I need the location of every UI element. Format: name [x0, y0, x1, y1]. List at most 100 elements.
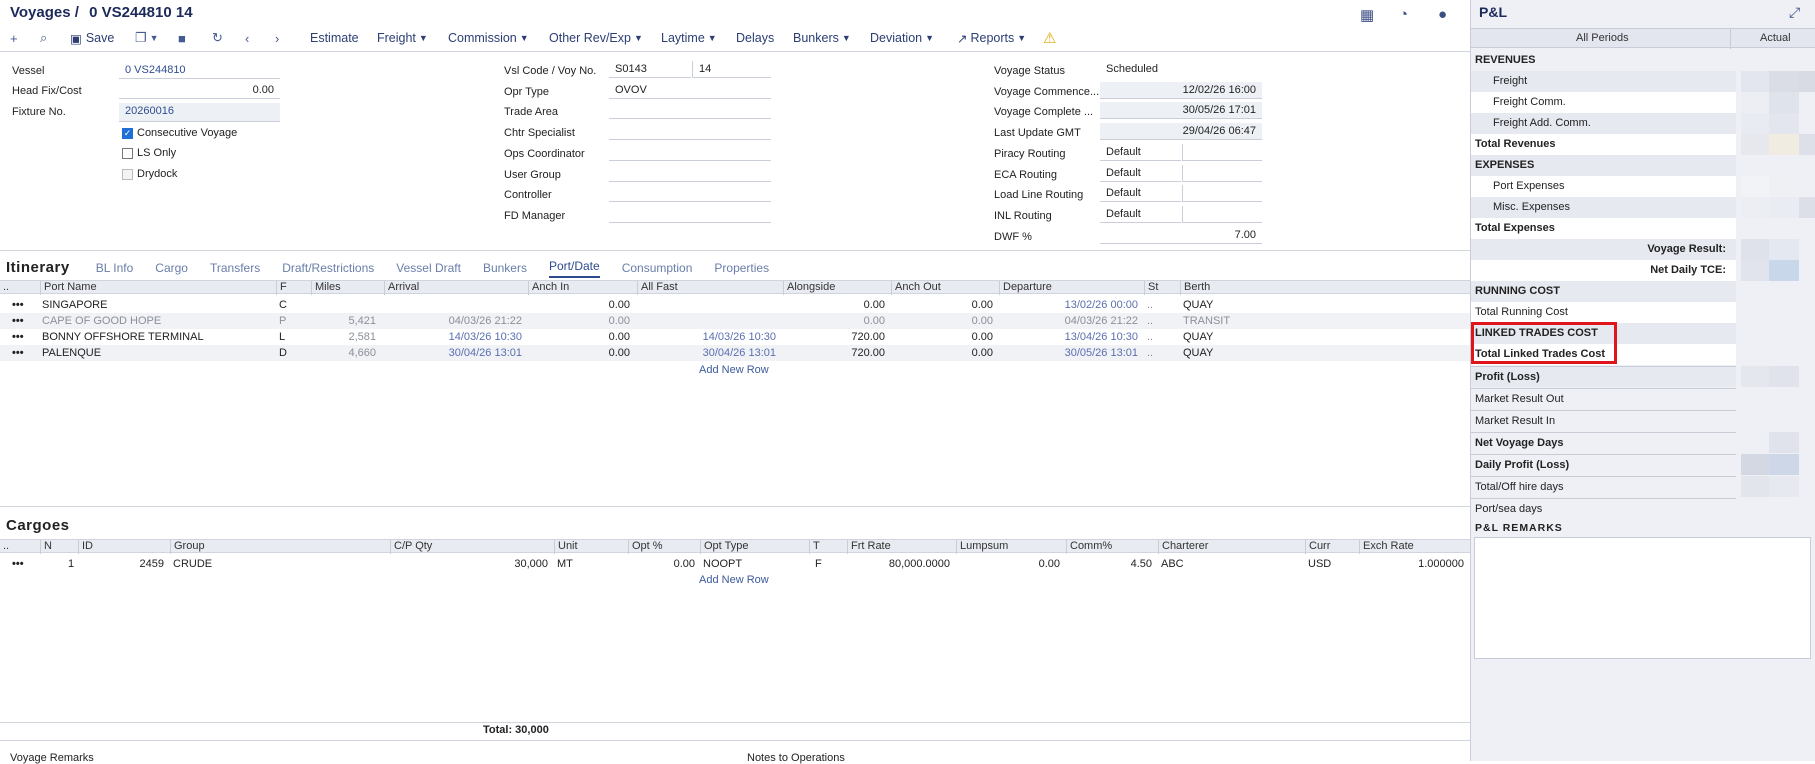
departure[interactable]: 04/03/26 21:22 [1040, 315, 1138, 327]
berth[interactable]: TRANSIT [1183, 315, 1230, 327]
port-function[interactable]: C [279, 299, 287, 311]
tab-transfers[interactable]: Transfers [210, 261, 260, 278]
port-function[interactable]: D [279, 347, 287, 359]
anch-out[interactable]: 0.00 [923, 315, 993, 327]
pnl-remarks-textarea[interactable] [1474, 537, 1811, 659]
col-exch-rate[interactable]: Exch Rate [1359, 540, 1414, 554]
delete-icon[interactable]: ■ [178, 28, 186, 48]
anch-in[interactable]: 0.00 [560, 331, 630, 343]
col-id[interactable]: ID [78, 540, 93, 554]
eca-routing-extra[interactable] [1182, 165, 1262, 182]
cargo-group[interactable]: CRUDE [173, 558, 212, 570]
row-menu-icon[interactable]: ••• [12, 315, 24, 327]
cargo-exch-rate[interactable]: 1.000000 [1380, 558, 1464, 570]
cargo-id[interactable]: 2459 [100, 558, 164, 570]
anch-out[interactable]: 0.00 [923, 347, 993, 359]
voyage-complete-field[interactable]: 30/05/26 17:01 [1100, 102, 1262, 119]
menu-commission[interactable]: Commission ▼ [448, 28, 529, 48]
user-group-field[interactable] [609, 165, 771, 182]
col-anch-in[interactable]: Anch In [528, 281, 569, 295]
piracy-routing-extra[interactable] [1182, 144, 1262, 161]
miles[interactable]: 2,581 [320, 331, 376, 343]
all-fast[interactable]: 30/04/26 13:01 [672, 347, 776, 359]
tab-vessel-draft[interactable]: Vessel Draft [396, 261, 461, 278]
search-icon[interactable]: ⌕ [40, 28, 47, 48]
menu-bunkers[interactable]: Bunkers ▼ [793, 28, 851, 48]
alongside[interactable]: 720.00 [815, 331, 885, 343]
port-name[interactable]: BONNY OFFSHORE TERMINAL [42, 331, 204, 343]
fd-manager-field[interactable] [609, 206, 771, 223]
ls-only-checkbox[interactable]: LS Only [122, 147, 176, 159]
menu-freight[interactable]: Freight ▼ [377, 28, 428, 48]
tab-cargo[interactable]: Cargo [155, 261, 188, 278]
eca-routing-field[interactable]: Default [1100, 165, 1181, 182]
piracy-routing-field[interactable]: Default [1100, 144, 1181, 161]
grid-view-icon[interactable]: ▦ [1360, 6, 1374, 24]
departure[interactable]: 13/02/26 00:00 [1040, 299, 1138, 311]
voyage-commence-field[interactable]: 12/02/26 16:00 [1100, 82, 1262, 99]
inl-routing-field[interactable]: Default [1100, 206, 1181, 223]
controller-field[interactable] [609, 185, 771, 202]
table-row[interactable]: ••• BONNY OFFSHORE TERMINAL L 2,581 14/0… [0, 329, 1470, 345]
port-name[interactable]: SINGAPORE [42, 299, 107, 311]
arrival[interactable]: 04/03/26 21:22 [420, 315, 522, 327]
next-icon[interactable]: › [275, 28, 279, 48]
row-menu-icon[interactable]: ••• [12, 331, 24, 343]
cargo-lumpsum[interactable]: 0.00 [990, 558, 1060, 570]
dwf-field[interactable]: 7.00 [1100, 227, 1262, 244]
status-dots[interactable]: .. [1147, 315, 1153, 327]
pnl-freight-add-comm[interactable]: Freight Add. Comm. [1471, 113, 1736, 134]
col-frt-rate[interactable]: Frt Rate [847, 540, 891, 554]
head-fix-field[interactable]: 0.00 [119, 82, 280, 99]
anch-in[interactable]: 0.00 [560, 315, 630, 327]
status-dots[interactable]: .. [1147, 331, 1153, 343]
tab-bunkers[interactable]: Bunkers [483, 261, 527, 278]
menu-laytime[interactable]: Laytime ▼ [661, 28, 717, 48]
col-curr[interactable]: Curr [1305, 540, 1330, 554]
tab-properties[interactable]: Properties [714, 261, 769, 278]
menu-reports[interactable]: ↗ Reports ▼ [957, 28, 1026, 48]
cargo-frt-rate[interactable]: 80,000.0000 [860, 558, 950, 570]
pnl-misc-expenses[interactable]: Misc. Expenses [1471, 197, 1736, 218]
alongside[interactable]: 0.00 [815, 315, 885, 327]
menu-deviation[interactable]: Deviation ▼ [870, 28, 934, 48]
col-group[interactable]: Group [170, 540, 205, 554]
arrival[interactable]: 14/03/26 10:30 [420, 331, 522, 343]
col-unit[interactable]: Unit [554, 540, 578, 554]
cargo-charterer[interactable]: ABC [1161, 558, 1184, 570]
col-arrival[interactable]: Arrival [384, 281, 419, 295]
tab-bl-info[interactable]: BL Info [96, 261, 134, 278]
inl-routing-extra[interactable] [1182, 206, 1262, 223]
col-alongside[interactable]: Alongside [783, 281, 835, 295]
anch-in[interactable]: 0.00 [560, 299, 630, 311]
pnl-freight[interactable]: Freight [1471, 71, 1736, 92]
col-anch-out[interactable]: Anch Out [891, 281, 941, 295]
dashboard-icon[interactable]: ◔ [1399, 6, 1408, 23]
pnl-freight-comm[interactable]: Freight Comm. [1471, 92, 1736, 113]
row-menu-icon[interactable]: ••• [12, 347, 24, 359]
tab-port-date[interactable]: Port/Date [548, 259, 600, 278]
berth[interactable]: QUAY [1183, 331, 1213, 343]
anch-out[interactable]: 0.00 [923, 331, 993, 343]
col-charterer[interactable]: Charterer [1158, 540, 1208, 554]
port-function[interactable]: P [279, 315, 286, 327]
col-f[interactable]: F [276, 281, 287, 295]
vessel-field[interactable]: 0 VS244810 [119, 62, 280, 79]
col-t[interactable]: T [809, 540, 820, 554]
all-fast[interactable]: 14/03/26 10:30 [672, 331, 776, 343]
copy-menu-icon[interactable]: ❐ ▼ [135, 28, 159, 48]
drydock-checkbox[interactable]: Drydock [122, 168, 177, 180]
previous-icon[interactable]: ‹ [245, 28, 249, 48]
status-dots[interactable]: .. [1147, 299, 1153, 311]
warning-icon[interactable]: ⚠ [1043, 28, 1056, 48]
anch-in[interactable]: 0.00 [560, 347, 630, 359]
menu-estimate[interactable]: Estimate [310, 28, 359, 48]
col-opt-pct[interactable]: Opt % [628, 540, 663, 554]
miles[interactable]: 4,660 [320, 347, 376, 359]
cargo-add-row-link[interactable]: Add New Row [699, 574, 769, 586]
cargo-comm[interactable]: 4.50 [1090, 558, 1152, 570]
departure[interactable]: 13/04/26 10:30 [1040, 331, 1138, 343]
vsl-code-field[interactable]: S0143 [609, 61, 691, 78]
menu-delays[interactable]: Delays [736, 28, 774, 48]
tab-draft-restrictions[interactable]: Draft/Restrictions [282, 261, 374, 278]
